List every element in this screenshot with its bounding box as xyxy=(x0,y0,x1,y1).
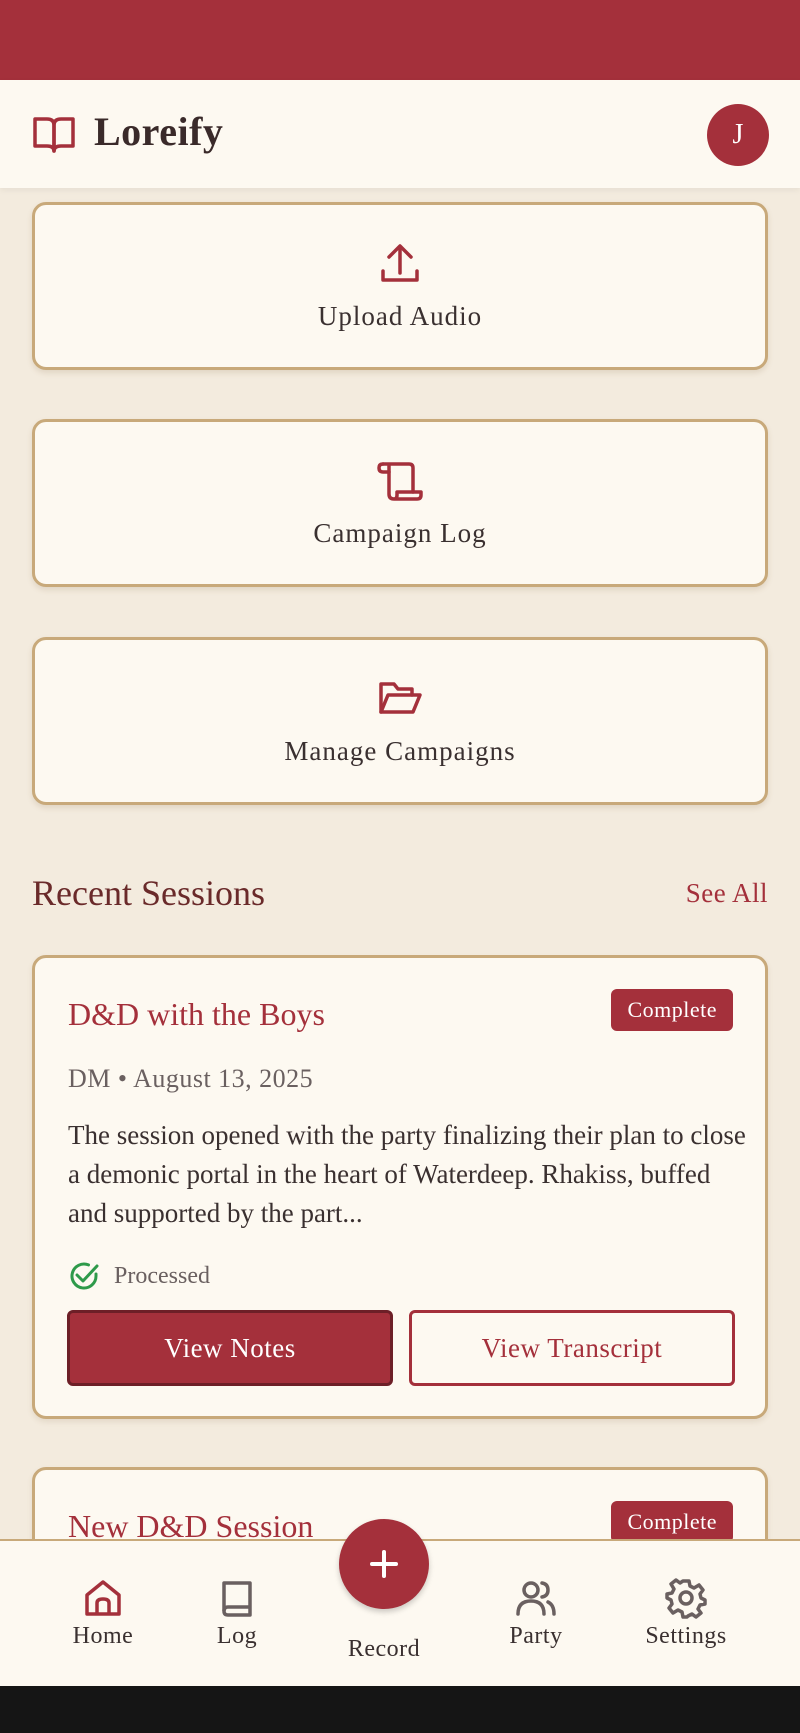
session-card[interactable]: D&D with the Boys Complete DM • August 1… xyxy=(32,955,768,1419)
processed-status: Processed xyxy=(68,1260,210,1292)
nav-party-label: Party xyxy=(509,1623,563,1649)
nav-party[interactable]: Party xyxy=(476,1577,596,1650)
view-notes-button[interactable]: View Notes xyxy=(67,1310,393,1386)
status-badge: Complete xyxy=(611,989,733,1031)
recent-sessions-title: Recent Sessions xyxy=(32,873,265,913)
nav-settings[interactable]: Settings xyxy=(626,1577,746,1650)
session-title[interactable]: D&D with the Boys xyxy=(68,996,325,1033)
status-badge: Complete xyxy=(611,1501,733,1543)
upload-audio-button[interactable]: Upload Audio xyxy=(32,202,768,370)
upload-audio-label: Upload Audio xyxy=(317,300,483,331)
see-all-link[interactable]: See All xyxy=(686,878,768,909)
nav-home-label: Home xyxy=(72,1623,134,1649)
nav-settings-label: Settings xyxy=(645,1623,727,1649)
open-book-icon xyxy=(33,117,75,153)
nav-log-label: Log xyxy=(216,1623,258,1649)
view-transcript-button[interactable]: View Transcript xyxy=(409,1310,735,1386)
home-icon xyxy=(85,1580,121,1616)
record-label: Record xyxy=(347,1636,421,1662)
check-circle-icon xyxy=(70,1262,99,1290)
avatar[interactable]: J xyxy=(707,104,769,166)
session-meta: DM • August 13, 2025 xyxy=(68,1064,314,1093)
status-bar xyxy=(0,0,800,80)
app-header: Loreify J xyxy=(0,80,800,188)
book-icon xyxy=(222,1581,252,1617)
users-icon xyxy=(516,1581,556,1616)
gear-icon xyxy=(665,1578,707,1619)
plus-icon xyxy=(370,1550,398,1578)
status-text: Processed xyxy=(114,1262,210,1289)
folder-open-icon xyxy=(379,681,422,714)
system-navigation-bar xyxy=(0,1686,800,1733)
session-summary: The session opened with the party finali… xyxy=(68,1120,746,1228)
nav-home[interactable]: Home xyxy=(43,1577,163,1650)
nav-log[interactable]: Log xyxy=(177,1577,297,1650)
app-title: Loreify xyxy=(94,109,224,154)
record-button[interactable] xyxy=(339,1519,429,1609)
manage-campaigns-label: Manage Campaigns xyxy=(284,735,516,766)
scroll-icon xyxy=(377,461,423,501)
manage-campaigns-button[interactable]: Manage Campaigns xyxy=(32,637,768,805)
campaign-log-label: Campaign Log xyxy=(313,517,487,548)
upload-icon xyxy=(381,243,419,282)
campaign-log-button[interactable]: Campaign Log xyxy=(32,419,768,587)
